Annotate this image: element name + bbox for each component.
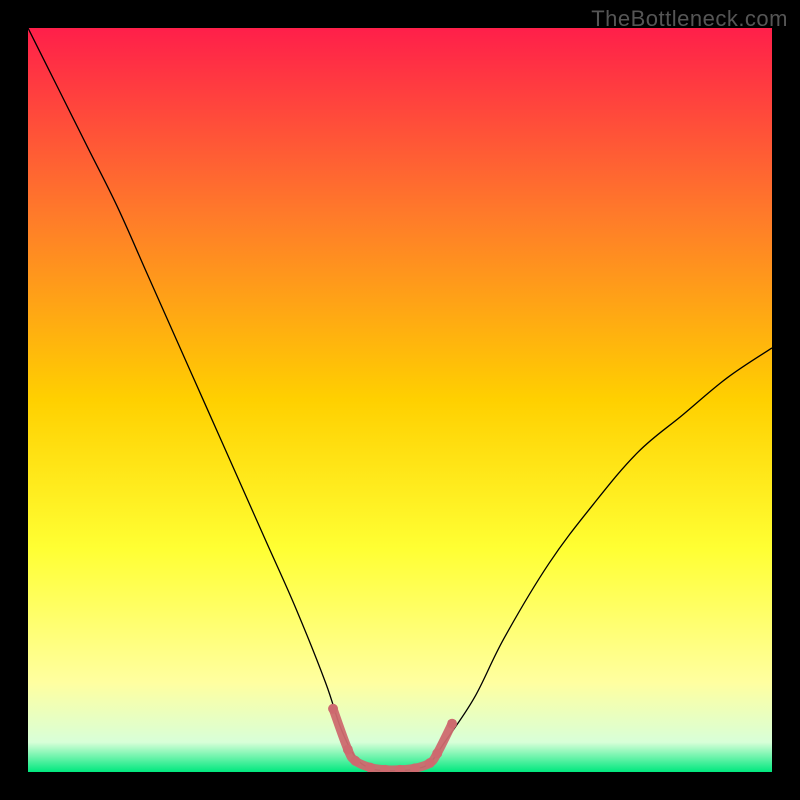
gradient-background — [28, 28, 772, 772]
chart-frame: TheBottleneck.com — [0, 0, 800, 800]
bottleneck-zone-dot — [343, 745, 353, 755]
watermark-label: TheBottleneck.com — [591, 6, 788, 32]
plot-svg — [28, 28, 772, 772]
bottleneck-zone-dot — [328, 704, 338, 714]
bottleneck-zone-dot — [350, 756, 360, 766]
bottleneck-zone-dot — [432, 748, 442, 758]
plot-area — [28, 28, 772, 772]
bottleneck-zone-dot — [447, 719, 457, 729]
bottleneck-zone-dot — [425, 758, 435, 768]
